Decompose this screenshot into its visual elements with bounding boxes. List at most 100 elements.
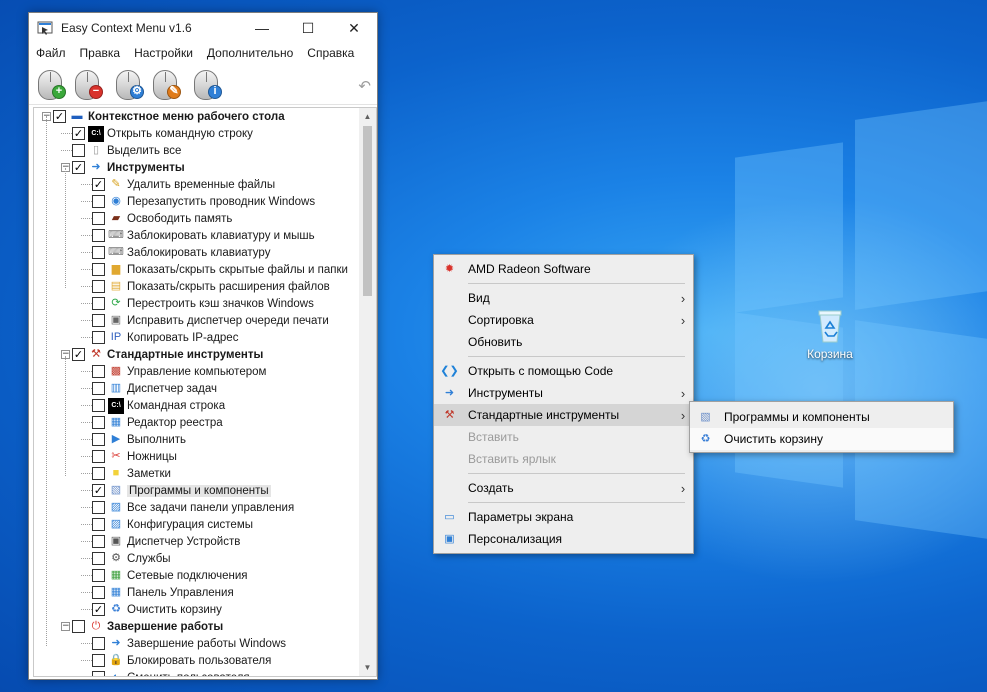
- menu-tree[interactable]: − ✓ ▬ Контекстное меню рабочего стола ✓ C:\ От…: [33, 107, 377, 677]
- context-menu-item[interactable]: ▣ Персонализация: [434, 528, 693, 550]
- tree-row[interactable]: − ✓ ⚒ Стандартные инструменты: [34, 346, 360, 363]
- collapse-toggle-icon[interactable]: −: [61, 622, 70, 631]
- item-checkbox[interactable]: [92, 331, 105, 344]
- item-checkbox[interactable]: ✓: [92, 484, 105, 497]
- item-checkbox[interactable]: [92, 535, 105, 548]
- tree-row[interactable]: ✂ Ножницы: [34, 448, 360, 465]
- tree-row[interactable]: ◉ Перезапустить проводник Windows: [34, 193, 360, 210]
- menu-item-0[interactable]: Файл: [29, 46, 73, 60]
- scroll-thumb[interactable]: [363, 126, 372, 296]
- tree-row[interactable]: − ✓ ▬ Контекстное меню рабочего стола: [34, 108, 360, 125]
- context-menu-item[interactable]: ❮❯ Открыть с помощью Code: [434, 360, 693, 382]
- clean-button[interactable]: ✎: [148, 66, 184, 102]
- tree-row[interactable]: ▥ Диспетчер задач: [34, 380, 360, 397]
- item-checkbox[interactable]: [92, 586, 105, 599]
- item-checkbox[interactable]: ✓: [72, 127, 85, 140]
- item-checkbox[interactable]: [92, 212, 105, 225]
- scroll-down-arrow[interactable]: ▼: [359, 659, 376, 676]
- item-checkbox[interactable]: [92, 314, 105, 327]
- item-checkbox[interactable]: [92, 382, 105, 395]
- tree-row[interactable]: ▩ Управление компьютером: [34, 363, 360, 380]
- tree-row[interactable]: ▣ Исправить диспетчер очереди печати: [34, 312, 360, 329]
- menu-item-2[interactable]: Настройки: [127, 46, 200, 60]
- item-checkbox[interactable]: [92, 280, 105, 293]
- undo-icon[interactable]: ↶: [358, 77, 371, 95]
- item-checkbox[interactable]: [92, 637, 105, 650]
- context-menu-item[interactable]: ⚒ Стандартные инструменты ›: [434, 404, 693, 426]
- item-checkbox[interactable]: [72, 144, 85, 157]
- maximize-button[interactable]: ☐: [285, 13, 331, 43]
- item-checkbox[interactable]: [92, 569, 105, 582]
- tree-row[interactable]: ▨ Конфигурация системы: [34, 516, 360, 533]
- settings-button[interactable]: ⚙: [111, 66, 147, 102]
- item-checkbox[interactable]: ✓: [53, 110, 66, 123]
- tree-row[interactable]: ⌨ Заблокировать клавиатуру: [34, 244, 360, 261]
- item-checkbox[interactable]: [72, 620, 85, 633]
- tree-row[interactable]: ■ Заметки: [34, 465, 360, 482]
- context-menu-item[interactable]: Сортировка ›: [434, 309, 693, 331]
- tree-row[interactable]: ▦ Редактор реестра: [34, 414, 360, 431]
- tree-row[interactable]: ▆ Показать/скрыть скрытые файлы и папки: [34, 261, 360, 278]
- tree-row[interactable]: − ✓ ➜ Инструменты: [34, 159, 360, 176]
- context-menu-item[interactable]: ➜ Инструменты ›: [434, 382, 693, 404]
- item-checkbox[interactable]: [92, 671, 105, 676]
- tree-row[interactable]: ▦ Панель Управления: [34, 584, 360, 601]
- tree-row[interactable]: ▨ Все задачи панели управления: [34, 499, 360, 516]
- menu-item-4[interactable]: Справка: [300, 46, 361, 60]
- tree-row[interactable]: ▤ Показать/скрыть расширения файлов: [34, 278, 360, 295]
- tree-row[interactable]: ▣ Диспетчер Устройств: [34, 533, 360, 550]
- item-checkbox[interactable]: [92, 263, 105, 276]
- tree-row[interactable]: ✓ ✎ Удалить временные файлы: [34, 176, 360, 193]
- menu-item-3[interactable]: Дополнительно: [200, 46, 300, 60]
- item-checkbox[interactable]: [92, 416, 105, 429]
- item-checkbox[interactable]: [92, 297, 105, 310]
- tree-row[interactable]: ▶ Выполнить: [34, 431, 360, 448]
- item-checkbox[interactable]: [92, 229, 105, 242]
- tree-row[interactable]: ✓ ♻ Очистить корзину: [34, 601, 360, 618]
- item-checkbox[interactable]: ✓: [72, 161, 85, 174]
- item-checkbox[interactable]: [92, 501, 105, 514]
- remove-menu-button[interactable]: −: [70, 66, 106, 102]
- item-checkbox[interactable]: [92, 518, 105, 531]
- context-menu-item[interactable]: ✹ AMD Radeon Software: [434, 258, 693, 280]
- tree-row[interactable]: ✓ ▧ Программы и компоненты: [34, 482, 360, 499]
- tree-row[interactable]: C:\ Командная строка: [34, 397, 360, 414]
- tree-row[interactable]: 🔒 Блокировать пользователя: [34, 652, 360, 669]
- context-menu-item[interactable]: Создать ›: [434, 477, 693, 499]
- close-button[interactable]: ✕: [331, 13, 377, 43]
- tree-row[interactable]: ⟳ Перестроить кэш значков Windows: [34, 295, 360, 312]
- item-checkbox[interactable]: [92, 654, 105, 667]
- recycle-bin-desktop-icon[interactable]: Корзина: [796, 308, 864, 361]
- item-checkbox[interactable]: [92, 195, 105, 208]
- tree-row[interactable]: − ⏻ Завершение работы: [34, 618, 360, 635]
- menu-item-1[interactable]: Правка: [73, 46, 128, 60]
- tree-scrollbar[interactable]: ▲ ▼: [359, 108, 376, 676]
- minimize-button[interactable]: —: [239, 13, 285, 43]
- item-checkbox[interactable]: [92, 450, 105, 463]
- title-bar[interactable]: Easy Context Menu v1.6 — ☐ ✕: [29, 13, 377, 43]
- tree-row[interactable]: ▰ Освободить память: [34, 210, 360, 227]
- item-checkbox[interactable]: ✓: [72, 348, 85, 361]
- tree-row[interactable]: IP Копировать IP-адрес: [34, 329, 360, 346]
- info-button[interactable]: i: [189, 66, 225, 102]
- item-checkbox[interactable]: ✓: [92, 178, 105, 191]
- context-menu-item[interactable]: ▭ Параметры экрана: [434, 506, 693, 528]
- add-menu-button[interactable]: +: [33, 66, 69, 102]
- scroll-up-arrow[interactable]: ▲: [359, 108, 376, 125]
- context-menu-item[interactable]: ♻ Очистить корзину: [690, 428, 953, 450]
- item-checkbox[interactable]: [92, 246, 105, 259]
- item-checkbox[interactable]: [92, 365, 105, 378]
- item-checkbox[interactable]: ✓: [92, 603, 105, 616]
- tree-row[interactable]: ⌨ Заблокировать клавиатуру и мышь: [34, 227, 360, 244]
- tree-row[interactable]: ✓ C:\ Открыть командную строку: [34, 125, 360, 142]
- item-checkbox[interactable]: [92, 399, 105, 412]
- tree-row[interactable]: ▦ Сетевые подключения: [34, 567, 360, 584]
- item-checkbox[interactable]: [92, 433, 105, 446]
- context-menu-item[interactable]: ▧ Программы и компоненты: [690, 406, 953, 428]
- item-checkbox[interactable]: [92, 467, 105, 480]
- tree-row[interactable]: ▯ Выделить все: [34, 142, 360, 159]
- tree-row[interactable]: ◐ Сменить пользователя: [34, 669, 360, 676]
- context-menu-item[interactable]: Вид ›: [434, 287, 693, 309]
- context-menu-item[interactable]: Обновить: [434, 331, 693, 353]
- item-checkbox[interactable]: [92, 552, 105, 565]
